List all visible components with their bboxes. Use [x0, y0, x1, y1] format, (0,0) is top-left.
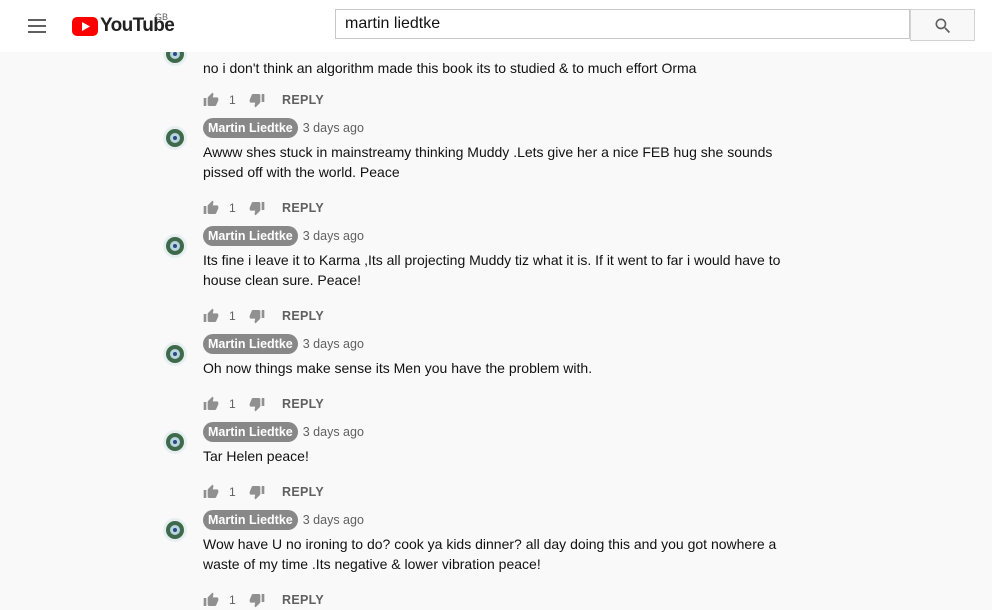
play-logo-icon	[72, 16, 98, 36]
avatar[interactable]	[163, 126, 187, 150]
comment-text: Tar Helen peace!	[203, 448, 309, 464]
avatar[interactable]	[163, 234, 187, 258]
thumbs-down-icon[interactable]	[249, 92, 265, 108]
comment-header: Martin Liedtke 3 days ago	[203, 334, 364, 354]
thumbs-up-icon[interactable]	[203, 92, 219, 108]
region-label: GB	[155, 12, 169, 22]
like-count: 1	[229, 397, 236, 411]
reply-button[interactable]: REPLY	[282, 93, 324, 107]
timestamp[interactable]: 3 days ago	[303, 337, 364, 351]
thumbs-up-icon[interactable]	[203, 200, 219, 216]
thumbs-down-icon[interactable]	[249, 396, 265, 412]
timestamp[interactable]: 3 days ago	[303, 425, 364, 439]
comment-actions: 1 REPLY	[203, 394, 324, 414]
comment-header: Martin Liedtke 3 days ago	[203, 510, 364, 530]
comment-text: Its fine i leave it to Karma ,Its all pr…	[203, 252, 781, 288]
comment-header: Martin Liedtke 3 days ago	[203, 226, 364, 246]
author-badge[interactable]: Martin Liedtke	[203, 334, 298, 354]
comment-text: no i don't think an algorithm made this …	[203, 60, 697, 76]
avatar[interactable]	[163, 430, 187, 454]
thumbs-up-icon[interactable]	[203, 592, 219, 608]
youtube-logo[interactable]: YouTube GB	[72, 12, 175, 39]
thumbs-up-icon[interactable]	[203, 396, 219, 412]
comment-header: Martin Liedtke 3 days ago	[203, 422, 364, 442]
comment-text: Awww shes stuck in mainstreamy thinking …	[203, 144, 773, 180]
avatar[interactable]	[163, 342, 187, 366]
comment-text: Wow have U no ironing to do? cook ya kid…	[203, 536, 777, 572]
like-count: 1	[229, 485, 236, 499]
thumbs-up-icon[interactable]	[203, 484, 219, 500]
thumbs-up-icon[interactable]	[203, 308, 219, 324]
author-badge[interactable]: Martin Liedtke	[203, 226, 298, 246]
masthead: YouTube GB	[0, 0, 992, 52]
like-count: 1	[229, 593, 236, 607]
comment-actions: 1 REPLY	[203, 590, 324, 610]
author-badge[interactable]: Martin Liedtke	[203, 118, 298, 138]
comment-actions: 1 REPLY	[203, 90, 324, 110]
timestamp[interactable]: 3 days ago	[303, 121, 364, 135]
search-input[interactable]	[335, 9, 910, 39]
comment-actions: 1 REPLY	[203, 482, 324, 502]
comments-section: no i don't think an algorithm made this …	[0, 0, 992, 610]
timestamp[interactable]: 3 days ago	[303, 513, 364, 527]
comment-header: Martin Liedtke 3 days ago	[203, 118, 364, 138]
reply-button[interactable]: REPLY	[282, 397, 324, 411]
comment-text: Oh now things make sense its Men you hav…	[203, 360, 593, 376]
like-count: 1	[229, 93, 236, 107]
reply-button[interactable]: REPLY	[282, 309, 324, 323]
like-count: 1	[229, 309, 236, 323]
reply-button[interactable]: REPLY	[282, 485, 324, 499]
menu-icon[interactable]	[24, 15, 50, 37]
reply-button[interactable]: REPLY	[282, 201, 324, 215]
comment-actions: 1 REPLY	[203, 306, 324, 326]
thumbs-down-icon[interactable]	[249, 308, 265, 324]
reply-button[interactable]: REPLY	[282, 593, 324, 607]
author-badge[interactable]: Martin Liedtke	[203, 510, 298, 530]
thumbs-down-icon[interactable]	[249, 592, 265, 608]
search-icon	[935, 18, 951, 34]
like-count: 1	[229, 201, 236, 215]
avatar[interactable]	[163, 518, 187, 542]
thumbs-down-icon[interactable]	[249, 200, 265, 216]
comment-actions: 1 REPLY	[203, 198, 324, 218]
thumbs-down-icon[interactable]	[249, 484, 265, 500]
timestamp[interactable]: 3 days ago	[303, 229, 364, 243]
author-badge[interactable]: Martin Liedtke	[203, 422, 298, 442]
search-button[interactable]	[910, 9, 975, 41]
